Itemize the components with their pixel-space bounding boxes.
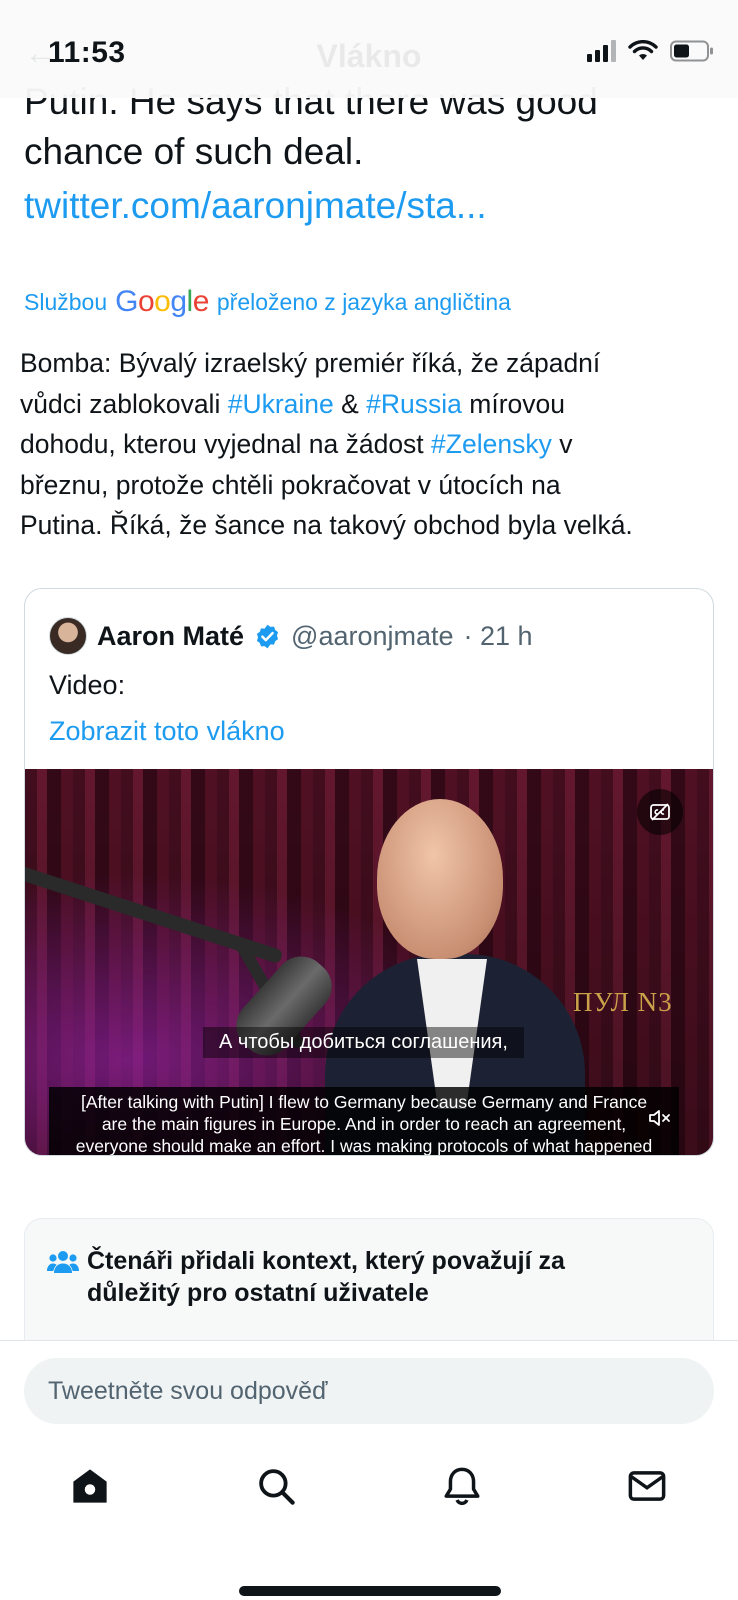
text-run: vůdci zablokovali xyxy=(20,388,228,419)
home-indicator[interactable] xyxy=(239,1586,501,1596)
text-run: březnu, protože chtěli pokračovat v útoc… xyxy=(20,469,561,500)
translated-prefix: Službou xyxy=(24,288,108,315)
subtitle-line: [After talking with Putin] I flew to Ger… xyxy=(80,1092,648,1112)
author-name: Aaron Maté xyxy=(97,620,245,651)
search-icon xyxy=(259,1469,295,1505)
battery-icon xyxy=(670,40,713,62)
tab-search[interactable] xyxy=(246,1456,306,1516)
status-bar: ← Vlákno 11:53 xyxy=(0,0,738,98)
subtitle-line: are the main figures in Europe. And in o… xyxy=(101,1114,627,1134)
notes-title-line: důležitý pro ostatní uživatele xyxy=(87,1279,429,1307)
tab-notifications[interactable] xyxy=(432,1456,492,1516)
channel-watermark: ПУЛ N3 xyxy=(573,987,673,1017)
notes-title-line: Čtenáři přidali kontext, který považují … xyxy=(87,1247,565,1275)
text-run: mírovou xyxy=(461,388,566,419)
translation-line: Putina. Říká, že šance na takový obchod … xyxy=(20,505,720,546)
translation-line: vůdci zablokovali #Ukraine & #Russia mír… xyxy=(20,384,720,425)
video-player[interactable]: ПУЛ N3 А чтобы добиться соглашения, [Aft… xyxy=(25,769,713,1156)
status-icons xyxy=(587,40,714,62)
hashtag-ukraine[interactable]: #Ukraine xyxy=(228,389,334,419)
video-person-head xyxy=(377,799,503,959)
translated-suffix: přeloženo z jazyka angličtina xyxy=(216,288,511,315)
show-thread-link[interactable]: Zobrazit toto vlákno xyxy=(49,714,285,748)
captions-off-icon xyxy=(650,803,670,821)
text-run: Putina. Říká, že šance na takový obchod … xyxy=(20,510,633,540)
quoted-text: Video: xyxy=(49,670,126,700)
home-icon xyxy=(73,1469,107,1503)
quoted-tweet-card[interactable]: Aaron Maté @aaronjmate · 21 h Video: Zob… xyxy=(24,588,714,1156)
tweet-link[interactable]: twitter.com/aaronjmate/sta... xyxy=(24,182,487,230)
subtitle-line: everyone should make an effort. I was ma… xyxy=(75,1136,653,1156)
text-run: dohodu, kterou vyjednal na žádost xyxy=(20,429,432,459)
mail-icon xyxy=(628,1471,666,1501)
translated-text: Bomba: Bývalý izraelský premiér říká, že… xyxy=(20,343,720,546)
tab-messages[interactable] xyxy=(617,1456,677,1516)
tab-home[interactable] xyxy=(60,1456,120,1516)
tweet-time: · 21 h xyxy=(463,620,533,651)
text-run: & xyxy=(333,388,367,419)
hashtag-zelensky[interactable]: #Zelensky xyxy=(431,429,552,459)
mute-toggle-button[interactable] xyxy=(637,1095,683,1141)
translation-line: březnu, protože chtěli pokračovat v útoc… xyxy=(20,465,720,506)
translation-line: dohodu, kterou vyjednal na žádost #Zelen… xyxy=(20,424,720,465)
reply-input[interactable]: Tweetněte svou odpověď xyxy=(24,1358,714,1424)
status-time: 11:53 xyxy=(48,36,126,69)
signal-icon xyxy=(587,40,616,62)
bell-icon xyxy=(444,1467,480,1506)
translation-line: Bomba: Bývalý izraelský premiér říká, že… xyxy=(20,343,720,384)
translation-attribution: Službou Google přeloženo z jazyka anglič… xyxy=(24,282,511,322)
hashtag-russia[interactable]: #Russia xyxy=(366,389,462,419)
subtitle-english: [After talking with Putin] I flew to Ger… xyxy=(49,1087,679,1156)
text-run: v xyxy=(551,429,573,459)
bottom-bar: Tweetněte svou odpověď xyxy=(0,1340,738,1600)
google-logo: Google xyxy=(115,285,209,318)
captions-toggle-button[interactable] xyxy=(637,789,683,835)
verified-badge-icon xyxy=(256,624,279,648)
text-run: Bomba: Bývalý izraelský premiér říká, že… xyxy=(20,348,601,378)
people-icon xyxy=(47,1251,79,1273)
subtitle-russian: А чтобы добиться соглашения, xyxy=(203,1027,524,1058)
muted-speaker-icon xyxy=(649,1110,670,1126)
tweet-text: chance of such deal. xyxy=(24,131,364,172)
tab-bar xyxy=(0,1456,738,1516)
community-notes-title: Čtenáři přidali kontext, který považují … xyxy=(87,1245,687,1309)
author-handle: @aaronjmate xyxy=(291,620,454,651)
wifi-icon xyxy=(628,40,658,60)
quoted-author: Aaron Maté @aaronjmate · 21 h xyxy=(49,617,533,655)
avatar[interactable] xyxy=(49,617,87,655)
